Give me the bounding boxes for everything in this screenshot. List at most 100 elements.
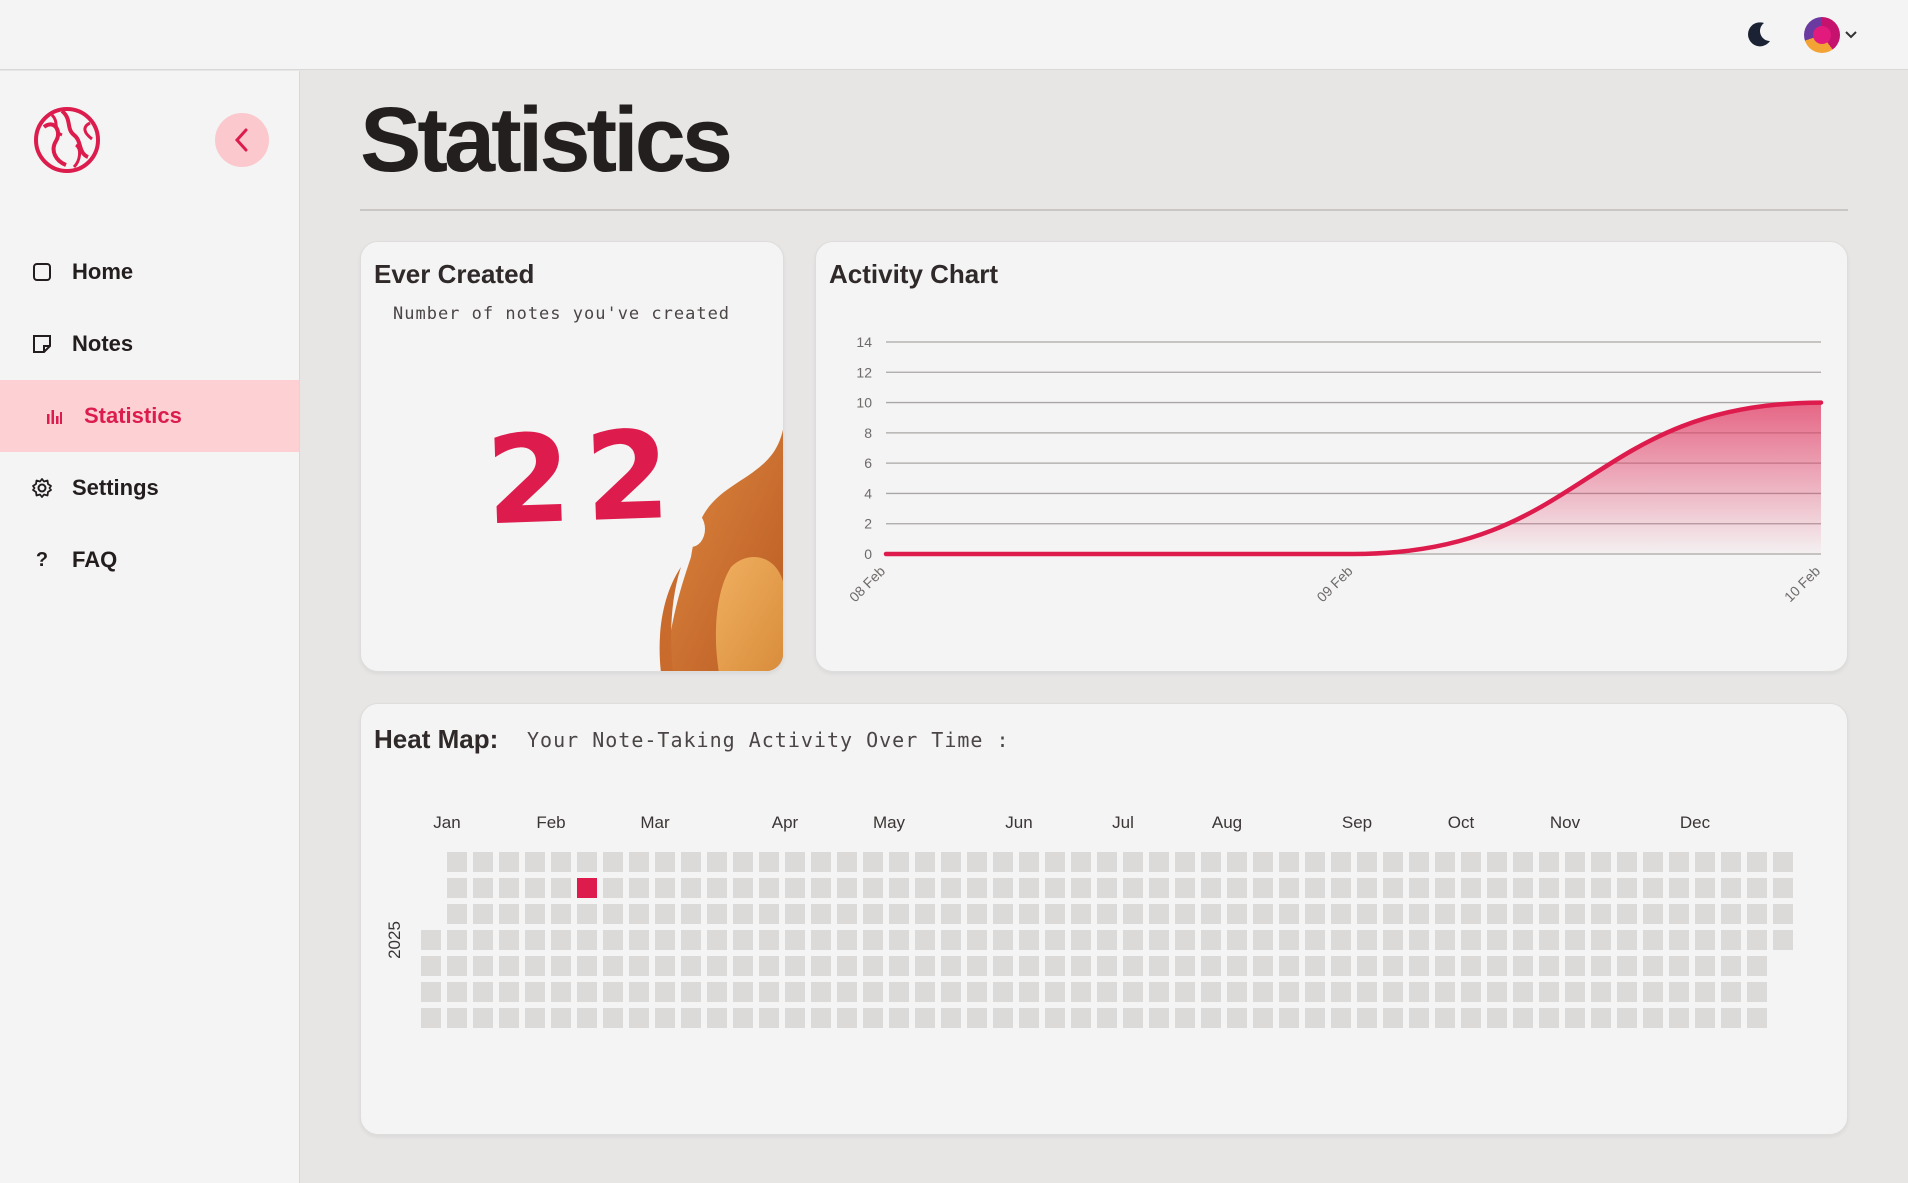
heatmap-cell[interactable]: [1695, 1008, 1715, 1028]
heatmap-cell[interactable]: [1695, 982, 1715, 1002]
heatmap-cell[interactable]: [1045, 956, 1065, 976]
heatmap-cell[interactable]: [811, 1008, 831, 1028]
heatmap-cell[interactable]: [941, 956, 961, 976]
heatmap-cell[interactable]: [707, 956, 727, 976]
heatmap-cell[interactable]: [837, 904, 857, 924]
heatmap-cell[interactable]: [1019, 956, 1039, 976]
heatmap-cell[interactable]: [1071, 982, 1091, 1002]
heatmap-cell[interactable]: [1149, 1008, 1169, 1028]
heatmap-cell[interactable]: [1591, 982, 1611, 1002]
heatmap-cell[interactable]: [681, 1008, 701, 1028]
heatmap-cell[interactable]: [447, 1008, 467, 1028]
heatmap-cell[interactable]: [629, 982, 649, 1002]
heatmap-cell[interactable]: [1695, 852, 1715, 872]
heatmap-cell[interactable]: [1487, 904, 1507, 924]
heatmap-cell[interactable]: [1071, 956, 1091, 976]
heatmap-cell[interactable]: [941, 904, 961, 924]
heatmap-cell[interactable]: [1591, 1008, 1611, 1028]
heatmap-cell[interactable]: [603, 904, 623, 924]
heatmap-cell[interactable]: [1305, 852, 1325, 872]
heatmap-cell[interactable]: [1227, 904, 1247, 924]
heatmap-cell[interactable]: [1305, 982, 1325, 1002]
heatmap-cell[interactable]: [1123, 878, 1143, 898]
heatmap-cell[interactable]: [551, 904, 571, 924]
heatmap-cell[interactable]: [1383, 982, 1403, 1002]
heatmap-cell[interactable]: [473, 930, 493, 950]
heatmap-cell[interactable]: [1149, 878, 1169, 898]
heatmap-cell[interactable]: [1409, 878, 1429, 898]
heatmap-cell[interactable]: [1409, 956, 1429, 976]
heatmap-cell[interactable]: [629, 904, 649, 924]
heatmap-cell[interactable]: [1643, 930, 1663, 950]
heatmap-cell[interactable]: [785, 982, 805, 1002]
heatmap-cell[interactable]: [1695, 956, 1715, 976]
heatmap-cell[interactable]: [1175, 982, 1195, 1002]
heatmap-cell[interactable]: [915, 1008, 935, 1028]
heatmap-cell[interactable]: [863, 930, 883, 950]
sidebar-item-statistics[interactable]: Statistics: [0, 380, 299, 452]
heatmap-cell[interactable]: [1149, 852, 1169, 872]
heatmap-cell[interactable]: [811, 852, 831, 872]
sidebar-item-settings[interactable]: Settings: [0, 452, 299, 524]
heatmap-cell[interactable]: [863, 1008, 883, 1028]
heatmap-cell[interactable]: [1357, 982, 1377, 1002]
heatmap-cell[interactable]: [629, 930, 649, 950]
heatmap-cell[interactable]: [1565, 1008, 1585, 1028]
heatmap-cell[interactable]: [577, 852, 597, 872]
heatmap-cell[interactable]: [707, 878, 727, 898]
heatmap-cell[interactable]: [1747, 956, 1767, 976]
heatmap-cell[interactable]: [1461, 982, 1481, 1002]
heatmap-cell[interactable]: [1279, 878, 1299, 898]
heatmap-cell[interactable]: [1539, 930, 1559, 950]
heatmap-cell[interactable]: [1409, 1008, 1429, 1028]
heatmap-cell[interactable]: [1513, 982, 1533, 1002]
heatmap-cell[interactable]: [1123, 930, 1143, 950]
heatmap-cell[interactable]: [1331, 956, 1351, 976]
heatmap-cell[interactable]: [525, 878, 545, 898]
heatmap-cell[interactable]: [1045, 930, 1065, 950]
moon-icon[interactable]: [1744, 19, 1774, 49]
heatmap-cell[interactable]: [837, 852, 857, 872]
heatmap-cell[interactable]: [421, 956, 441, 976]
heatmap-cell[interactable]: [1591, 904, 1611, 924]
heatmap-cell[interactable]: [1617, 930, 1637, 950]
heatmap-cell[interactable]: [1045, 1008, 1065, 1028]
heatmap-cell[interactable]: [1357, 878, 1377, 898]
heatmap-cell[interactable]: [655, 930, 675, 950]
heatmap-cell[interactable]: [1721, 878, 1741, 898]
heatmap-cell[interactable]: [1279, 904, 1299, 924]
heatmap-cell[interactable]: [1357, 930, 1377, 950]
heatmap-cell[interactable]: [1331, 852, 1351, 872]
heatmap-cell[interactable]: [577, 982, 597, 1002]
heatmap-cell[interactable]: [1305, 956, 1325, 976]
heatmap-cell[interactable]: [1565, 930, 1585, 950]
heatmap-cell[interactable]: [1227, 930, 1247, 950]
heatmap-cell[interactable]: [759, 1008, 779, 1028]
heatmap-cell[interactable]: [1513, 904, 1533, 924]
heatmap-cell[interactable]: [551, 982, 571, 1002]
heatmap-cell[interactable]: [525, 930, 545, 950]
heatmap-cell[interactable]: [759, 930, 779, 950]
heatmap-cell[interactable]: [1071, 1008, 1091, 1028]
heatmap-cell[interactable]: [1565, 878, 1585, 898]
heatmap-cell[interactable]: [1123, 904, 1143, 924]
heatmap-cell[interactable]: [1565, 904, 1585, 924]
heatmap-cell[interactable]: [577, 1008, 597, 1028]
heatmap-cell[interactable]: [1721, 904, 1741, 924]
heatmap-cell[interactable]: [1695, 930, 1715, 950]
heatmap-cell[interactable]: [889, 904, 909, 924]
heatmap-cell[interactable]: [1383, 852, 1403, 872]
heatmap-cell[interactable]: [889, 956, 909, 976]
sidebar-item-faq[interactable]: ? FAQ: [0, 524, 299, 596]
heatmap-cell[interactable]: [1201, 982, 1221, 1002]
heatmap-cell[interactable]: [1357, 852, 1377, 872]
heatmap-cell[interactable]: [473, 904, 493, 924]
heatmap-cell[interactable]: [1591, 956, 1611, 976]
heatmap-cell[interactable]: [421, 982, 441, 1002]
heatmap-cell[interactable]: [1617, 956, 1637, 976]
heatmap-cell[interactable]: [655, 956, 675, 976]
heatmap-cell[interactable]: [447, 956, 467, 976]
heatmap-cell[interactable]: [1019, 852, 1039, 872]
heatmap-cell[interactable]: [603, 852, 623, 872]
heatmap-cell[interactable]: [421, 930, 441, 950]
